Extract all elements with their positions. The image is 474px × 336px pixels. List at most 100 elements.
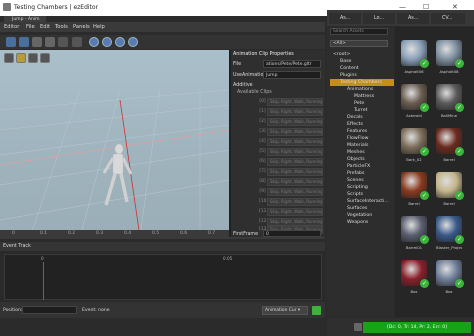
row-index: [2] — [259, 119, 266, 124]
asset-thumbnail-label: Asphalt06 — [404, 69, 424, 74]
3d-viewport[interactable] — [0, 50, 229, 237]
add-event-button[interactable] — [312, 306, 321, 315]
copy-icon[interactable] — [72, 37, 82, 47]
row-index: [1] — [259, 109, 266, 114]
tree-item[interactable]: Pete — [354, 100, 364, 107]
tree-item[interactable]: Scripting — [347, 184, 368, 191]
properties-header: Animation Clip Properties — [233, 52, 294, 57]
tree-item[interactable]: Weapons — [347, 219, 368, 226]
checkmark-icon: ✓ — [420, 279, 429, 288]
bottom-bar: Position: Event: none Animation Cur ▾ — [0, 302, 325, 318]
tree-item[interactable]: Turret — [354, 107, 368, 114]
clip-row[interactable]: Skip, Right, Walk, Running — [267, 168, 323, 176]
menu-file[interactable]: File — [26, 24, 35, 30]
record-icon[interactable] — [128, 37, 138, 47]
tree-item[interactable]: Prefabs — [347, 170, 364, 177]
tree-item[interactable]: Mattress — [354, 93, 374, 100]
tree-item[interactable]: Plugins — [340, 72, 357, 79]
viewport-grid — [0, 89, 229, 237]
tab-cvars[interactable]: CV... — [431, 13, 465, 24]
tree-item[interactable]: Effects — [347, 121, 363, 128]
tree-item[interactable]: Surfaces — [347, 205, 367, 212]
tree-item[interactable]: Vegetation — [347, 212, 372, 219]
menu-tools[interactable]: Tools — [55, 24, 68, 30]
file-field[interactable]: ations/Pete/Pete.gltr — [263, 60, 321, 68]
asset-thumbnail-label: Barrel — [443, 201, 455, 206]
row-index: [12] — [259, 219, 269, 224]
right-tab-strip: As... Lo... As... CV... — [327, 10, 474, 26]
event-track-area[interactable]: 0 0.05 — [4, 254, 322, 300]
checkmark-icon: ✓ — [420, 103, 429, 112]
tree-item[interactable]: Animations — [347, 86, 373, 93]
cut-icon[interactable] — [58, 37, 68, 47]
menu-editor[interactable]: Editor — [4, 24, 19, 30]
animation-curve-dropdown[interactable]: Animation Cur ▾ — [262, 306, 308, 315]
ruler-tick: 0.6 — [180, 231, 188, 236]
clip-row[interactable]: Skip, Right, Walk, Running — [267, 198, 323, 206]
asset-thumbnail-label: Asphalt08 — [439, 69, 459, 74]
clip-row[interactable]: Skip, Right, Walk, Running — [267, 148, 323, 156]
clip-row[interactable]: Skip, Right, Walk, Running — [267, 128, 323, 136]
clip-row[interactable]: Skip, Right, Walk, Running — [267, 188, 323, 196]
first-frame-field[interactable]: 0 — [263, 230, 321, 237]
tree-item[interactable]: Features — [347, 128, 367, 135]
save-all-icon[interactable] — [19, 37, 29, 47]
menu-bar: Editor File Edit Tools Panels Help — [0, 22, 325, 32]
tab-log[interactable]: Lo... — [363, 13, 395, 24]
tree-item[interactable]: ParticleFX — [347, 163, 370, 170]
properties-panel: Animation Clip Properties File ations/Pe… — [231, 50, 325, 237]
asset-thumbnail-label: Asteroid — [406, 113, 422, 118]
tree-item[interactable]: SurfaceInteracti... — [347, 198, 389, 205]
log-icon[interactable] — [354, 323, 362, 331]
save-icon[interactable] — [6, 37, 16, 47]
clip-row[interactable]: Skip, Right, Walk, Running — [267, 178, 323, 186]
row-index: [4] — [259, 139, 266, 144]
tree-item[interactable]: <root> — [333, 51, 350, 58]
row-index: [5] — [259, 149, 266, 154]
position-label: Position: — [3, 308, 23, 313]
undo-icon[interactable] — [32, 37, 42, 47]
clip-row[interactable]: Skip, Right, Walk, Running — [267, 98, 323, 106]
asset-search-input[interactable]: Search Assets — [330, 28, 388, 35]
row-index: [6] — [259, 159, 266, 164]
tree-item[interactable]: Decals — [347, 114, 363, 121]
ruler-tick: 0 — [12, 231, 15, 236]
tree-item[interactable]: Meshes — [347, 149, 365, 156]
clip-row[interactable]: Skip, Right, Walk, Running — [267, 218, 323, 226]
tree-item[interactable]: Scenes — [347, 177, 364, 184]
tree-item[interactable]: Objects — [347, 156, 365, 163]
clip-row[interactable]: Skip, Right, Walk, Running — [267, 208, 323, 216]
tree-item[interactable]: Content — [340, 65, 359, 72]
tree-item[interactable]: FlowFlow — [347, 135, 368, 142]
menu-help[interactable]: Help — [93, 24, 105, 30]
ruler-tick: 0.4 — [124, 231, 132, 236]
tab-asset-curator[interactable]: As... — [397, 13, 429, 24]
menu-edit[interactable]: Edit — [40, 24, 50, 30]
row-index: [9] — [259, 189, 266, 194]
use-animation-field[interactable]: Jump — [263, 71, 321, 79]
clip-row[interactable]: Skip, Right, Walk, Running — [267, 118, 323, 126]
clip-row[interactable]: Skip, Right, Walk, Running — [267, 108, 323, 116]
checkmark-icon: ✓ — [455, 147, 464, 156]
row-index: [10] — [259, 199, 269, 204]
tree-item[interactable]: Testing Chambers — [340, 79, 382, 86]
tree-item[interactable]: Scripts — [347, 191, 363, 198]
pause-icon[interactable] — [89, 37, 99, 47]
clip-row[interactable]: Skip, Right, Walk, Running — [267, 158, 323, 166]
menu-panels[interactable]: Panels — [73, 24, 90, 30]
tree-item[interactable]: Materials — [347, 142, 369, 149]
clip-row[interactable]: Skip, Right, Walk, Running — [267, 138, 323, 146]
stop-icon[interactable] — [115, 37, 125, 47]
tree-item[interactable]: Base — [340, 58, 351, 65]
asset-filter-dropdown[interactable]: <All> — [330, 40, 388, 47]
checkmark-icon: ✓ — [455, 235, 464, 244]
play-icon[interactable] — [102, 37, 112, 47]
redo-icon[interactable] — [45, 37, 55, 47]
ruler-tick: 0.2 — [68, 231, 76, 236]
tab-asset-browser[interactable]: As... — [329, 13, 361, 24]
row-index: [8] — [259, 179, 266, 184]
position-field[interactable] — [22, 306, 77, 314]
status-indicator[interactable]: [Dc: 0, Tr: 14, Pr: 2, Err: 0] — [363, 322, 471, 333]
asset-thumbnail-label: Blaster_Projectile — [436, 245, 462, 250]
ruler-tick: 0.5 — [152, 231, 160, 236]
